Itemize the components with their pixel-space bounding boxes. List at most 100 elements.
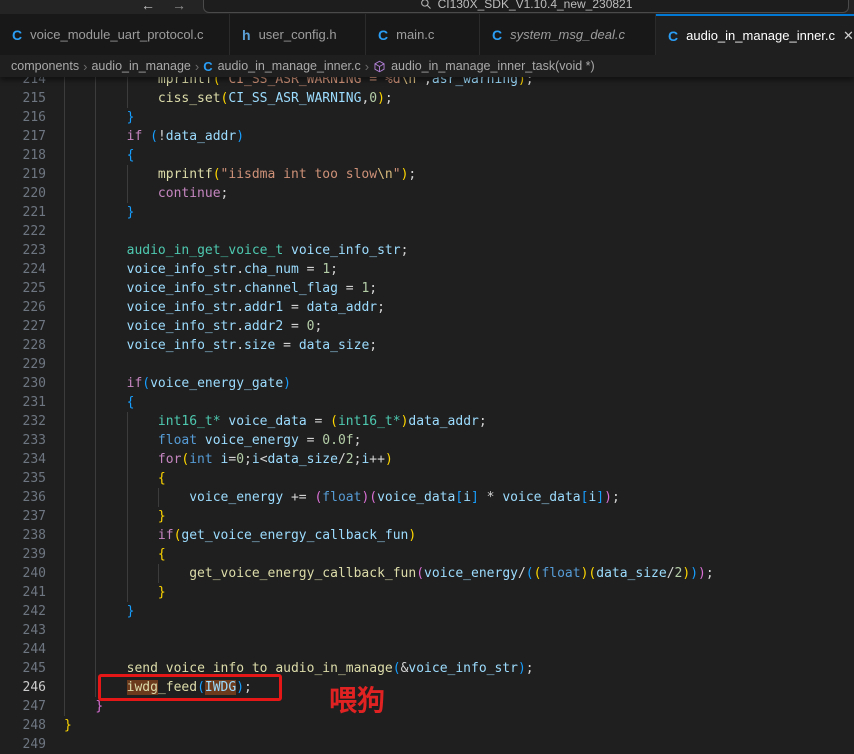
code-line-249[interactable]: 249 (0, 735, 854, 754)
line-number[interactable]: 249 (0, 735, 46, 754)
symbol-method-icon (373, 60, 386, 73)
code-text: } (64, 697, 103, 716)
code-text: if (!data_addr) (64, 127, 244, 146)
code-text: continue; (64, 184, 228, 203)
code-line-224[interactable]: 224 voice_info_str.cha_num = 1; (0, 260, 854, 279)
c-file-icon: C (492, 27, 502, 43)
line-number[interactable]: 231 (0, 393, 46, 412)
code-line-221[interactable]: 221 } (0, 203, 854, 222)
line-number[interactable]: 241 (0, 583, 46, 602)
code-line-218[interactable]: 218 { (0, 146, 854, 165)
code-line-216[interactable]: 216 } (0, 108, 854, 127)
h-file-icon: h (242, 27, 251, 43)
line-number[interactable]: 225 (0, 279, 46, 298)
line-number[interactable]: 234 (0, 450, 46, 469)
line-number[interactable]: 236 (0, 488, 46, 507)
code-line-239[interactable]: 239 { (0, 545, 854, 564)
line-number[interactable]: 215 (0, 89, 46, 108)
line-number[interactable]: 227 (0, 317, 46, 336)
breadcrumb-item-audio_in_manage_inner.c[interactable]: Caudio_in_manage_inner.c (203, 59, 361, 74)
forward-arrow-icon[interactable]: → (172, 0, 186, 13)
line-number[interactable]: 248 (0, 716, 46, 735)
breadcrumb-item-audio_in_manage_inner_task(void *)[interactable]: audio_in_manage_inner_task(void *) (373, 59, 595, 73)
line-number[interactable]: 242 (0, 602, 46, 621)
code-line-220[interactable]: 220 continue; (0, 184, 854, 203)
line-number[interactable]: 228 (0, 336, 46, 355)
line-number[interactable]: 246 (0, 678, 46, 697)
line-number[interactable]: 217 (0, 127, 46, 146)
tab-label: main.c (396, 27, 434, 42)
line-number[interactable]: 237 (0, 507, 46, 526)
line-number[interactable]: 216 (0, 108, 46, 127)
breadcrumb-separator: › (195, 59, 199, 74)
code-line-219[interactable]: 219 mprintf("iisdma int too slow\n"); (0, 165, 854, 184)
code-line-228[interactable]: 228 voice_info_str.size = data_size; (0, 336, 854, 355)
code-line-247[interactable]: 247 } (0, 697, 854, 716)
code-line-246[interactable]: 246 iwdg_feed(IWDG); (0, 678, 854, 697)
c-file-icon: C (668, 28, 678, 44)
code-text: } (64, 583, 166, 602)
line-number[interactable]: 243 (0, 621, 46, 640)
code-line-235[interactable]: 235 { (0, 469, 854, 488)
code-line-229[interactable]: 229 (0, 355, 854, 374)
code-line-230[interactable]: 230 if(voice_energy_gate) (0, 374, 854, 393)
line-number[interactable]: 240 (0, 564, 46, 583)
code-text: { (64, 545, 166, 564)
tab-voice_module_uart_protocol.c[interactable]: Cvoice_module_uart_protocol.c (0, 14, 230, 55)
code-line-240[interactable]: 240 get_voice_energy_callback_fun(voice_… (0, 564, 854, 583)
code-line-234[interactable]: 234 for(int i=0;i<data_size/2;i++) (0, 450, 854, 469)
line-number[interactable]: 235 (0, 469, 46, 488)
line-number[interactable]: 218 (0, 146, 46, 165)
line-number[interactable]: 229 (0, 355, 46, 374)
code-line-217[interactable]: 217 if (!data_addr) (0, 127, 854, 146)
breadcrumb-item-components[interactable]: components (11, 59, 79, 73)
code-line-237[interactable]: 237 } (0, 507, 854, 526)
code-line-241[interactable]: 241 } (0, 583, 854, 602)
code-line-226[interactable]: 226 voice_info_str.addr1 = data_addr; (0, 298, 854, 317)
tab-main.c[interactable]: Cmain.c (366, 14, 480, 55)
indent-guide (95, 621, 96, 640)
line-number[interactable]: 226 (0, 298, 46, 317)
tab-audio_in_manage_inner.c[interactable]: Caudio_in_manage_inner.c✕ (656, 14, 854, 55)
line-number[interactable]: 238 (0, 526, 46, 545)
code-line-222[interactable]: 222 (0, 222, 854, 241)
code-line-248[interactable]: 248} (0, 716, 854, 735)
code-line-223[interactable]: 223 audio_in_get_voice_t voice_info_str; (0, 241, 854, 260)
code-line-215[interactable]: 215 ciss_set(CI_SS_ASR_WARNING,0); (0, 89, 854, 108)
line-number[interactable]: 224 (0, 260, 46, 279)
code-line-227[interactable]: 227 voice_info_str.addr2 = 0; (0, 317, 854, 336)
code-line-244[interactable]: 244 (0, 640, 854, 659)
tab-label: user_config.h (259, 27, 337, 42)
breadcrumb-item-audio_in_manage[interactable]: audio_in_manage (91, 59, 190, 73)
line-number[interactable]: 232 (0, 412, 46, 431)
code-editor[interactable]: 214 mprintf("CI_SS_ASR_WARNING = %d\n",a… (0, 70, 854, 746)
line-number[interactable]: 245 (0, 659, 46, 678)
line-number[interactable]: 233 (0, 431, 46, 450)
code-line-236[interactable]: 236 voice_energy += (float)(voice_data[i… (0, 488, 854, 507)
code-text: get_voice_energy_callback_fun(voice_ener… (64, 564, 714, 583)
line-number[interactable]: 244 (0, 640, 46, 659)
tab-system_msg_deal.c[interactable]: Csystem_msg_deal.c (480, 14, 656, 55)
code-line-233[interactable]: 233 float voice_energy = 0.0f; (0, 431, 854, 450)
line-number[interactable]: 239 (0, 545, 46, 564)
code-line-232[interactable]: 232 int16_t* voice_data = (int16_t*)data… (0, 412, 854, 431)
code-line-238[interactable]: 238 if(get_voice_energy_callback_fun) (0, 526, 854, 545)
command-center-search[interactable]: CI130X_SDK_V1.10.4_new_230821 (203, 0, 849, 13)
code-line-225[interactable]: 225 voice_info_str.channel_flag = 1; (0, 279, 854, 298)
c-file-icon: C (203, 59, 212, 74)
code-line-245[interactable]: 245 send_voice_info_to_audio_in_manage(&… (0, 659, 854, 678)
line-number[interactable]: 247 (0, 697, 46, 716)
code-line-243[interactable]: 243 (0, 621, 854, 640)
line-number[interactable]: 219 (0, 165, 46, 184)
tab-user_config.h[interactable]: h user_config.h (230, 14, 366, 55)
line-number[interactable]: 222 (0, 222, 46, 241)
close-icon[interactable]: ✕ (843, 29, 854, 42)
code-line-242[interactable]: 242 } (0, 602, 854, 621)
code-text: for(int i=0;i<data_size/2;i++) (64, 450, 393, 469)
line-number[interactable]: 223 (0, 241, 46, 260)
line-number[interactable]: 220 (0, 184, 46, 203)
code-line-231[interactable]: 231 { (0, 393, 854, 412)
line-number[interactable]: 230 (0, 374, 46, 393)
line-number[interactable]: 221 (0, 203, 46, 222)
back-arrow-icon[interactable]: ← (141, 0, 155, 13)
